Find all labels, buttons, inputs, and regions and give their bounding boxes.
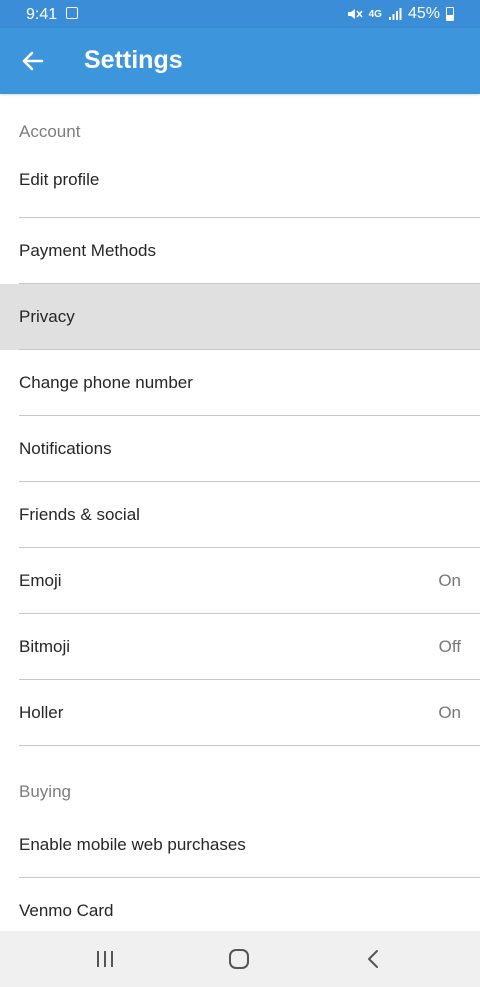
settings-item-label: Edit profile [19, 170, 100, 189]
notification-icon [66, 7, 78, 19]
settings-item-emoji[interactable]: Emoji On [0, 548, 480, 614]
settings-item-label: Payment Methods [19, 241, 157, 260]
settings-item-payment-methods[interactable]: Payment Methods [0, 218, 480, 284]
settings-item-label: Friends & social [19, 505, 140, 524]
settings-item-venmo-card[interactable]: Venmo Card [0, 878, 480, 931]
settings-list[interactable]: Account Edit profile Payment Methods Pri… [0, 94, 480, 931]
mute-icon [347, 9, 363, 19]
home-button[interactable] [219, 943, 259, 975]
settings-item-label: Privacy [19, 307, 75, 326]
settings-item-value: On [438, 571, 461, 590]
settings-item-label: Enable mobile web purchases [19, 835, 246, 854]
battery-icon [446, 7, 454, 21]
page-title: Settings [84, 46, 183, 74]
app-bar: Settings [0, 28, 480, 94]
section-header-buying: Buying [19, 782, 71, 801]
battery-percent: 45% [407, 5, 440, 22]
settings-item-friends-social[interactable]: Friends & social [0, 482, 480, 548]
signal-icon [388, 8, 402, 20]
status-time: 9:41 [26, 6, 58, 23]
arrow-left-icon [22, 51, 44, 71]
settings-item-notifications[interactable]: Notifications [0, 416, 480, 482]
settings-item-change-phone-number[interactable]: Change phone number [0, 350, 480, 416]
nav-back-button[interactable] [353, 943, 393, 975]
settings-item-bitmoji[interactable]: Bitmoji Off [0, 614, 480, 680]
settings-item-edit-profile[interactable]: Edit profile [0, 170, 480, 218]
section-header-account: Account [19, 122, 81, 141]
network-type: 4G [368, 8, 382, 20]
settings-item-enable-mobile-web-purchases[interactable]: Enable mobile web purchases [0, 812, 480, 878]
status-icons: 4G 45% [347, 5, 454, 23]
settings-item-value: On [438, 703, 461, 722]
settings-item-label: Change phone number [19, 373, 193, 392]
home-icon [229, 949, 249, 969]
settings-item-label: Bitmoji [19, 637, 71, 656]
settings-item-privacy[interactable]: Privacy [0, 284, 480, 350]
settings-item-holler[interactable]: Holler On [0, 680, 480, 746]
back-button[interactable] [14, 42, 52, 80]
recent-apps-icon [97, 951, 113, 967]
recent-apps-button[interactable] [85, 943, 125, 975]
settings-item-label: Notifications [19, 439, 112, 458]
settings-item-label: Venmo Card [19, 901, 114, 920]
status-bar: 9:41 4G 45% [0, 0, 480, 28]
settings-item-value: Off [438, 637, 461, 656]
settings-item-label: Emoji [19, 571, 62, 590]
back-icon [368, 950, 378, 968]
settings-item-label: Holler [19, 703, 64, 722]
system-nav-bar [0, 931, 480, 987]
